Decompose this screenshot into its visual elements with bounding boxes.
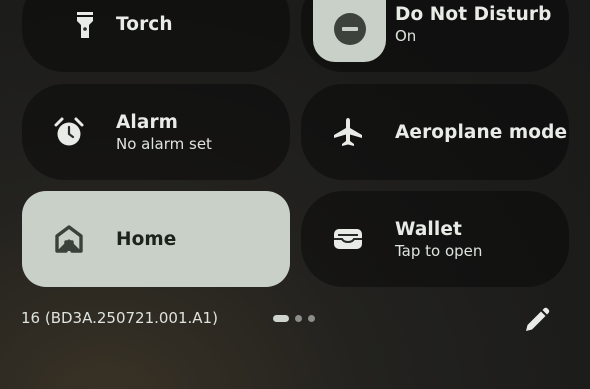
home-tile[interactable]: Home: [22, 191, 290, 287]
torch-tile[interactable]: Torch: [22, 0, 290, 72]
page-indicator: [273, 315, 315, 322]
dnd-tile[interactable]: Do Not Disturb On: [301, 0, 569, 72]
dnd-toggle-button[interactable]: [313, 0, 386, 62]
wallet-tile[interactable]: Wallet Tap to open: [301, 191, 569, 287]
page-dot: [308, 315, 315, 322]
aeroplane-tile[interactable]: Aeroplane mode: [301, 84, 569, 180]
dnd-label: Do Not Disturb: [395, 4, 552, 25]
alarm-clock-icon: [53, 116, 85, 148]
edit-pencil-icon[interactable]: [521, 306, 551, 336]
aeroplane-icon: [332, 116, 364, 148]
page-dot: [295, 315, 302, 322]
alarm-label: Alarm: [116, 112, 179, 133]
wallet-status: Tap to open: [395, 242, 483, 260]
home-icon: [53, 223, 85, 255]
alarm-status: No alarm set: [116, 135, 212, 153]
aeroplane-label: Aeroplane mode: [395, 122, 568, 143]
build-number[interactable]: 16 (BD3A.250721.001.A1): [21, 309, 218, 327]
do-not-disturb-icon: [333, 12, 367, 50]
wallet-label: Wallet: [395, 219, 462, 240]
wallet-icon: [332, 223, 364, 255]
home-label: Home: [116, 229, 177, 250]
dnd-status: On: [395, 27, 417, 45]
page-dot-current: [273, 315, 289, 322]
torch-label: Torch: [116, 14, 173, 35]
alarm-tile[interactable]: Alarm No alarm set: [22, 84, 290, 180]
flashlight-icon: [70, 10, 100, 40]
